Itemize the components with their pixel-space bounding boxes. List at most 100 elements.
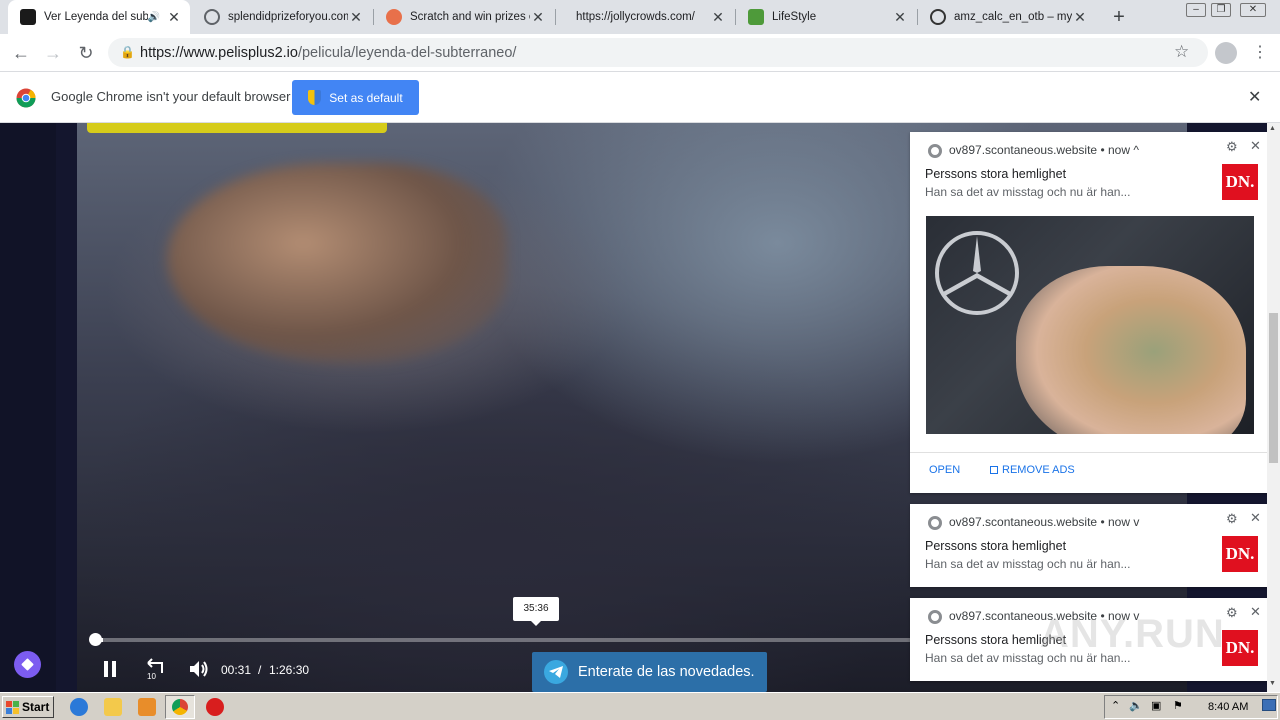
clock[interactable]: 8:40 AM [1208,701,1248,713]
telegram-banner[interactable]: Enterate de las novedades. [532,652,767,692]
media-player-icon[interactable] [138,698,156,716]
rewind-10-icon[interactable]: 10 [144,658,166,680]
telegram-icon [544,660,568,684]
close-icon[interactable]: ✕ [1250,138,1261,154]
tray-arrow-icon[interactable]: ⌃ [1111,699,1120,712]
url-text[interactable]: https://www.pelisplus2.io/pelicula/leyen… [140,45,516,61]
gear-icon[interactable]: ⚙ [1226,511,1238,527]
dn-logo: DN. [1222,630,1258,666]
chrome-icon [172,699,188,715]
back-button[interactable]: ← [8,40,34,66]
show-desktop-icon[interactable] [1262,699,1276,711]
notification-body: Han sa det av misstag och nu är han... [925,185,1131,199]
tab-title: LifeStyle [772,11,817,23]
open-action-button[interactable]: OPEN [929,464,960,476]
forward-button[interactable]: → [40,40,66,66]
leaf-icon [748,9,764,25]
close-icon[interactable]: ✕ [710,9,726,26]
origin-text: ov897.scontaneous.website [949,515,1098,529]
floating-action-button[interactable] [14,651,41,678]
network-icon[interactable]: ▣ [1151,699,1161,712]
chevron-down-icon[interactable]: v [1133,515,1139,529]
notification-expanded[interactable]: ov897.scontaneous.website • now ^ ⚙ ✕ Pe… [910,132,1267,493]
profile-avatar[interactable] [1215,42,1237,64]
tab-title: https://jollycrowds.com/ [576,11,695,23]
system-tray: ⌃ 🔈 ▣ ⚑ [1104,695,1278,719]
tab-ver-leyenda[interactable]: Ver Leyenda del sub 🔊 ✕ [8,0,190,34]
svg-text:10: 10 [147,672,156,680]
scroll-up-icon[interactable]: ▲ [1269,125,1276,132]
star-icon[interactable]: ☆ [1174,42,1189,62]
remove-ads-label: REMOVE ADS [1002,464,1075,476]
browser-toolbar: ← → ↻ 🔒 https://www.pelisplus2.io/pelicu… [0,34,1280,72]
minimize-button[interactable]: – [1186,3,1206,17]
alert-icon[interactable] [206,698,224,716]
scrollbar-thumb[interactable] [1269,313,1278,463]
tab-title: amz_calc_en_otb – mysi [954,11,1072,23]
gear-icon[interactable]: ⚙ [1226,139,1238,155]
telegram-label: Enterate de las novedades. [578,664,755,680]
folder-icon[interactable] [104,698,122,716]
shield-icon [308,90,322,105]
notification-collapsed[interactable]: ov897.scontaneous.website • now v ⚙ ✕ Pe… [910,504,1267,587]
seek-handle[interactable] [89,633,102,646]
close-icon[interactable]: ✕ [1072,9,1088,26]
flag-icon[interactable]: ⚑ [1173,699,1183,712]
mercedes-star-icon [935,231,1019,315]
origin-text: ov897.scontaneous.website [949,143,1098,157]
speaker-icon[interactable]: 🔈 [1129,699,1143,712]
infobar-close-icon[interactable]: ✕ [1248,87,1261,107]
remove-ads-action-button[interactable]: REMOVE ADS [990,464,1075,476]
new-tab-button[interactable]: + [1108,6,1130,28]
globe-icon [204,9,220,25]
windows-logo-icon [6,700,19,714]
set-as-default-button[interactable]: Set as default [292,80,419,115]
tab-amz-calc[interactable]: amz_calc_en_otb – mysi ✕ [918,0,1096,34]
restore-button[interactable]: ❐ [1211,3,1231,17]
close-icon[interactable]: ✕ [1250,604,1261,620]
notification-title: Perssons stora hemlighet [925,167,1067,181]
dn-logo: DN. [1222,164,1258,200]
video-frame-blur [167,163,507,363]
tab-lifestyle[interactable]: LifeStyle ✕ [736,0,916,34]
menu-icon[interactable]: ⋮ [1252,42,1268,62]
volume-icon[interactable] [188,659,210,679]
infobar-message: Google Chrome isn't your default browser [51,89,291,104]
scroll-down-icon[interactable]: ▼ [1269,680,1276,687]
chevron-up-icon[interactable]: ^ [1133,143,1139,157]
tab-scratch-win[interactable]: Scratch and win prizes e ✕ [374,0,554,34]
notification-image [926,216,1254,434]
ie-icon[interactable] [70,698,88,716]
start-label: Start [22,700,50,714]
total-time: 1:26:30 [269,663,310,677]
tab-splendidprize[interactable]: splendidprizeforyou.com ✕ [192,0,372,34]
set-as-default-label: Set as default [329,90,403,105]
chrome-logo-icon [16,88,36,108]
windows-taskbar: Start ⌃ 🔈 ▣ ⚑ 8:40 AM [0,692,1280,720]
reload-button[interactable]: ↻ [73,40,99,66]
time-separator: / [258,663,262,677]
chrome-small-icon [928,516,942,530]
speaker-icon[interactable]: 🔊 [148,12,160,23]
address-bar[interactable]: 🔒 https://www.pelisplus2.io/pelicula/ley… [108,38,1208,67]
gear-icon[interactable]: ⚙ [1226,605,1238,621]
url-path: /pelicula/leyenda-del-subterraneo/ [297,45,517,61]
close-icon[interactable]: ✕ [166,9,182,26]
close-icon[interactable]: ✕ [892,9,908,26]
checkbox-icon [990,466,998,474]
tab-jollycrowds[interactable]: https://jollycrowds.com/ ✕ [556,0,734,34]
taskbar-chrome-button[interactable] [165,695,195,719]
diamond-icon [21,658,34,671]
window-close-button[interactable]: ✕ [1240,3,1266,17]
start-button[interactable]: Start [2,696,54,718]
tab-title: Scratch and win prizes e [410,11,530,23]
chrome-small-icon [928,610,942,624]
page-scrollbar[interactable]: ▲ ▼ [1267,123,1280,692]
close-icon[interactable]: ✕ [1250,510,1261,526]
notification-time: now [1107,515,1130,529]
anyrun-watermark: ANY.RUN [1040,612,1225,656]
notification-title: Perssons stora hemlighet [925,539,1067,553]
close-icon[interactable]: ✕ [530,9,546,26]
url-host: https://www.pelisplus2.io [140,45,298,61]
close-icon[interactable]: ✕ [348,9,364,26]
